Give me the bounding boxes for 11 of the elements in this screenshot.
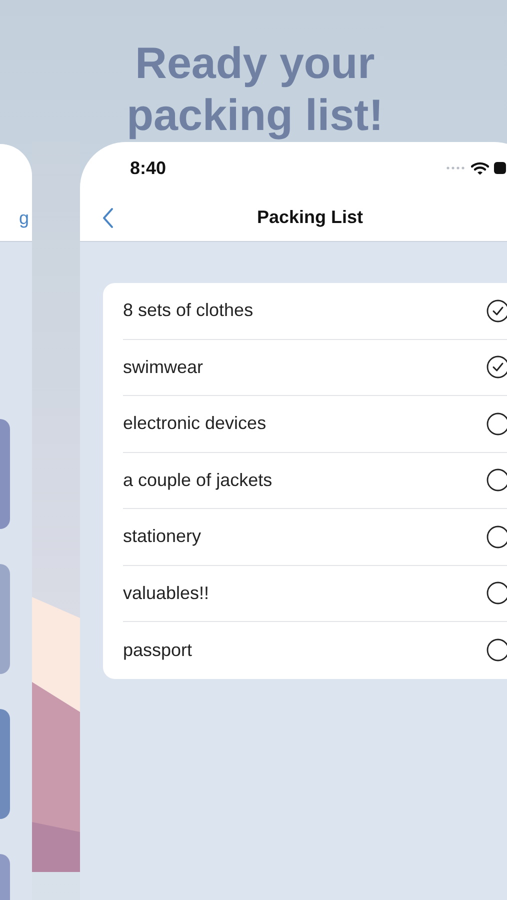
- item-label: stationery: [123, 526, 202, 548]
- nav-button[interactable]: g: [18, 208, 32, 229]
- item-label: 8 sets of clothes: [123, 300, 254, 322]
- item-label: electronic devices: [123, 413, 266, 434]
- item-label: passport: [123, 640, 192, 661]
- headline: Ready your packing list!: [126, 38, 384, 142]
- status-time: 8:40: [130, 158, 166, 178]
- nav-title: Packing List: [256, 207, 364, 228]
- item-label: a couple of jackets: [123, 470, 272, 491]
- item-label: swimwear: [123, 356, 204, 378]
- item-label: valuables!!: [123, 582, 210, 604]
